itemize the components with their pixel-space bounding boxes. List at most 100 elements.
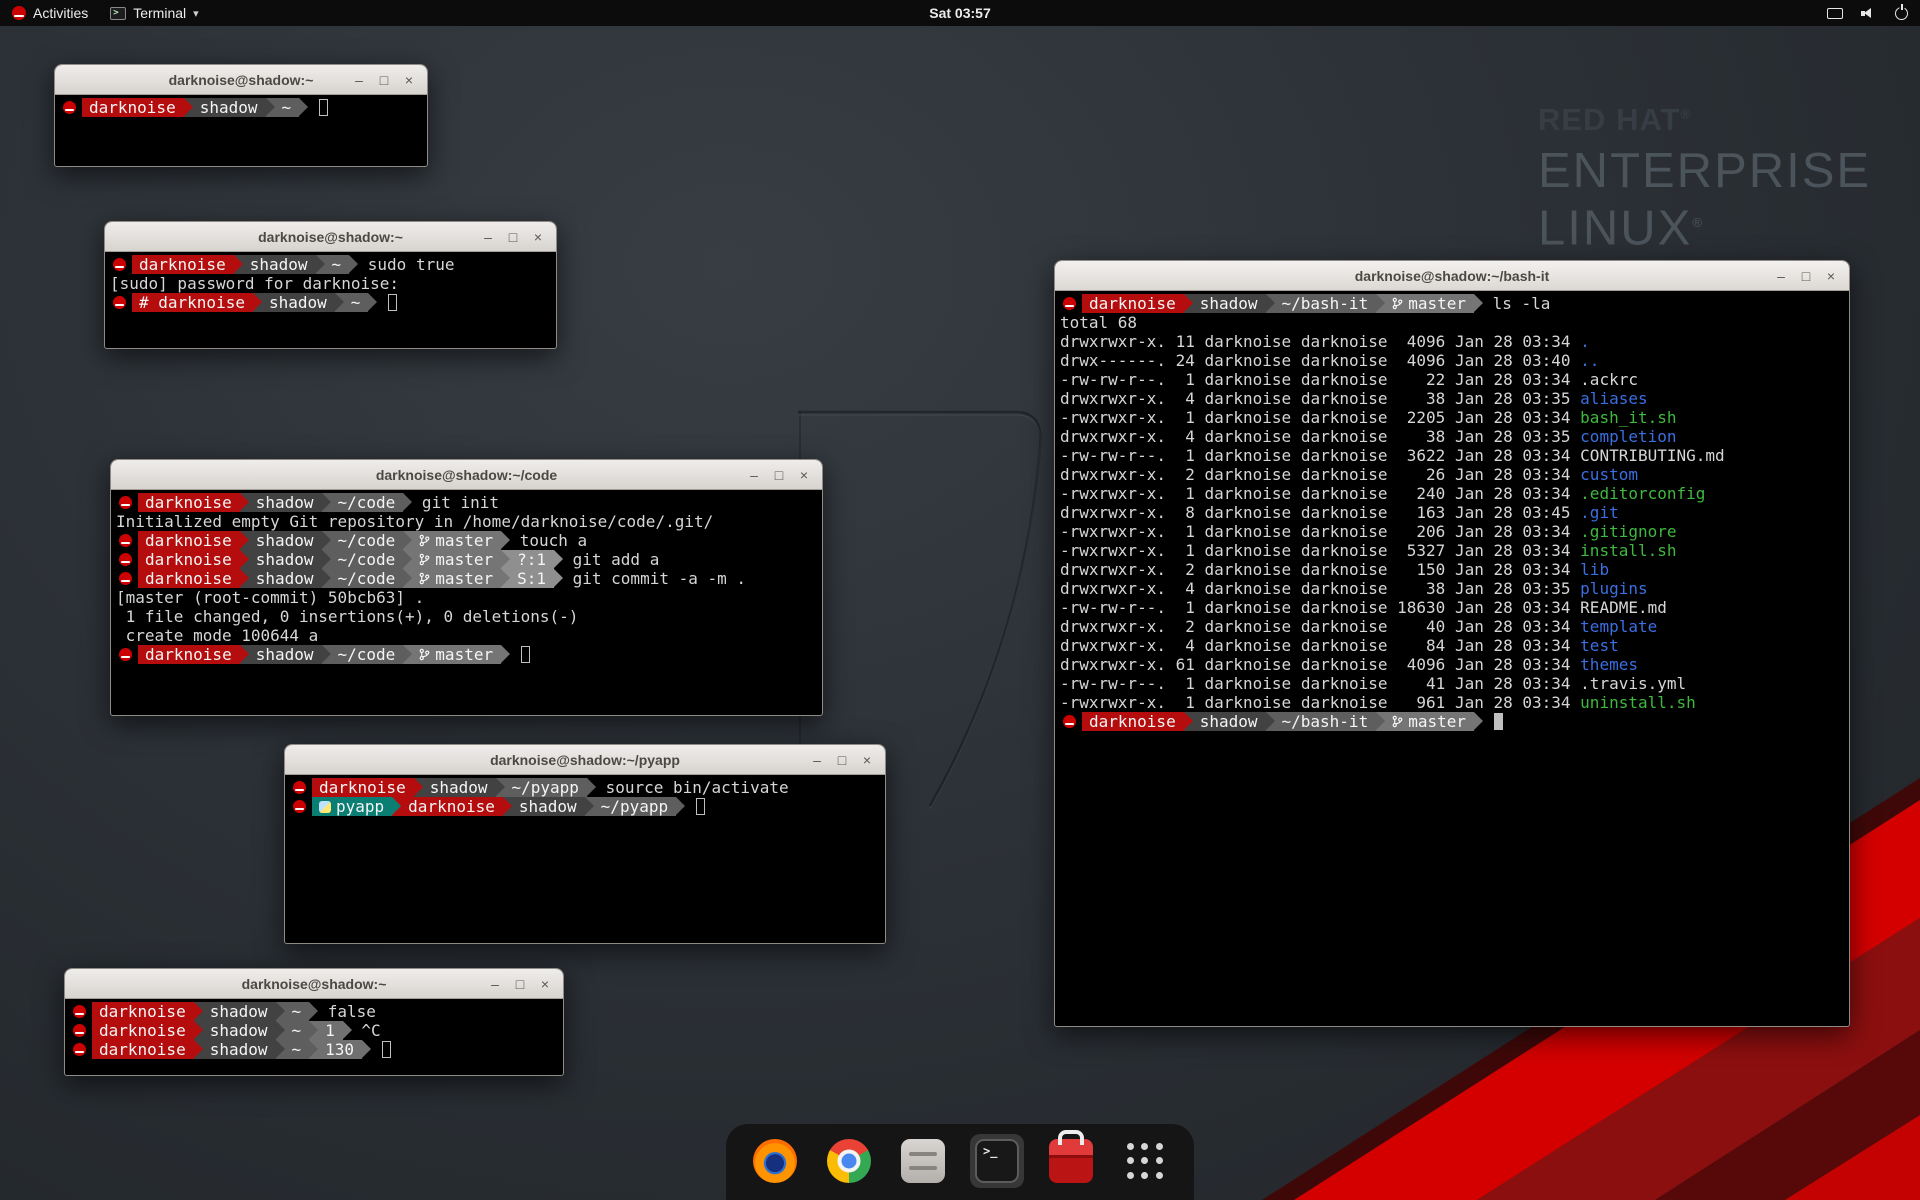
maximize-button[interactable]: □ xyxy=(769,465,789,485)
prompt-segment-path: ~/pyapp xyxy=(505,778,587,797)
terminal-content[interactable]: darknoiseshadow~/bash-itmaster ls -latot… xyxy=(1055,291,1849,1026)
terminal-text: ls -la xyxy=(1483,294,1550,313)
powerline-separator-icon xyxy=(253,293,262,312)
terminal-text: touch a xyxy=(510,531,587,550)
redhat-prompt-icon xyxy=(119,648,132,661)
clock[interactable]: Sat 03:57 xyxy=(929,5,990,21)
prompt-segment-user: darknoise xyxy=(401,797,503,816)
close-button[interactable]: × xyxy=(528,227,548,247)
terminal-line: drwxrwxr-x. 61 darknoise darknoise 4096 … xyxy=(1060,655,1844,674)
terminal-text xyxy=(510,645,520,664)
dock-item-firefox[interactable] xyxy=(748,1134,802,1188)
dock-item-terminal[interactable] xyxy=(970,1134,1024,1188)
powerline-separator-icon xyxy=(403,569,412,588)
terminal-text: -rw-rw-r--. 1 darknoise darknoise 41 Jan… xyxy=(1060,674,1580,693)
prompt-segment-git: master xyxy=(1385,712,1474,731)
terminal-content[interactable]: darknoiseshadow~/pyapp source bin/activa… xyxy=(285,775,885,943)
minimize-button[interactable]: – xyxy=(807,750,827,770)
minimize-button[interactable]: – xyxy=(349,70,369,90)
brand-line-linux: LINUX® xyxy=(1538,197,1871,254)
terminal-content[interactable]: darknoiseshadow~ xyxy=(55,95,427,166)
terminal-window-5[interactable]: darknoise@shadow:~–□×darknoiseshadow~ fa… xyxy=(64,968,564,1076)
titlebar[interactable]: darknoise@shadow:~/pyapp–□× xyxy=(285,745,885,775)
redhat-prompt-icon xyxy=(63,101,76,114)
minimize-button[interactable]: – xyxy=(485,974,505,994)
filename: aliases xyxy=(1580,389,1647,408)
powerline-separator-icon xyxy=(503,797,512,816)
titlebar[interactable]: darknoise@shadow:~–□× xyxy=(65,969,563,999)
powerline-separator-icon xyxy=(496,778,505,797)
dock-item-toolbox[interactable] xyxy=(1044,1134,1098,1188)
terminal-window-4[interactable]: darknoise@shadow:~/pyapp–□×darknoiseshad… xyxy=(284,744,886,944)
terminal-window-6[interactable]: darknoise@shadow:~/bash-it–□×darknoisesh… xyxy=(1054,260,1850,1027)
close-button[interactable]: × xyxy=(399,70,419,90)
git-branch-icon xyxy=(419,572,430,585)
terminal-line: darknoiseshadow~/codemaster touch a xyxy=(116,531,817,550)
close-button[interactable]: × xyxy=(535,974,555,994)
terminal-content[interactable]: darknoiseshadow~/code git initInitialize… xyxy=(111,490,822,715)
prompt-segment-host: shadow xyxy=(249,493,322,512)
minimize-button[interactable]: – xyxy=(744,465,764,485)
powerline-separator-icon xyxy=(309,1021,318,1040)
powerline-separator-icon xyxy=(335,293,344,312)
terminal-text: -rw-rw-r--. 1 darknoise darknoise 22 Jan… xyxy=(1060,370,1580,389)
git-branch-icon xyxy=(419,648,430,661)
dock-item-chrome[interactable] xyxy=(822,1134,876,1188)
powerline-separator-icon xyxy=(1266,294,1275,313)
display-icon[interactable] xyxy=(1827,8,1843,19)
powerline-separator-icon xyxy=(240,493,249,512)
volume-icon[interactable] xyxy=(1861,7,1877,20)
prompt-segment-user: darknoise xyxy=(1082,294,1184,313)
python-icon xyxy=(319,801,331,813)
maximize-button[interactable]: □ xyxy=(503,227,523,247)
prompt-segment-user: # darknoise xyxy=(132,293,253,312)
prompt-segment-path: ~/bash-it xyxy=(1275,294,1377,313)
minimize-button[interactable]: – xyxy=(478,227,498,247)
prompt-segment-path: ~ xyxy=(344,293,369,312)
maximize-button[interactable]: □ xyxy=(374,70,394,90)
close-button[interactable]: × xyxy=(794,465,814,485)
filename: . xyxy=(1580,332,1590,351)
terminal-window-1[interactable]: darknoise@shadow:~–□× darknoiseshadow~ xyxy=(54,64,428,167)
app-menu-terminal[interactable]: Terminal ▾ xyxy=(110,5,198,21)
files-icon xyxy=(901,1139,945,1183)
terminal-line: Initialized empty Git repository in /hom… xyxy=(116,512,817,531)
close-button[interactable]: × xyxy=(857,750,877,770)
terminal-line: total 68 xyxy=(1060,313,1844,332)
prompt-segment-host: shadow xyxy=(193,98,266,117)
powerline-separator-icon xyxy=(184,98,193,117)
maximize-button[interactable]: □ xyxy=(832,750,852,770)
titlebar[interactable]: darknoise@shadow:~/code–□× xyxy=(111,460,822,490)
window-buttons: –□× xyxy=(485,974,563,994)
terminal-cursor xyxy=(382,1041,391,1058)
terminal-window-3[interactable]: darknoise@shadow:~/code–□×darknoiseshado… xyxy=(110,459,823,716)
brand-line-redhat: RED HAT® xyxy=(1538,102,1871,138)
filename: .. xyxy=(1580,351,1599,370)
maximize-button[interactable]: □ xyxy=(510,974,530,994)
prompt-segment-path: ~ xyxy=(325,255,350,274)
filename: plugins xyxy=(1580,579,1647,598)
terminal-content[interactable]: darknoiseshadow~ falsedarknoiseshadow~1 … xyxy=(65,999,563,1075)
terminal-line: darknoiseshadow~ xyxy=(60,98,422,117)
titlebar[interactable]: darknoise@shadow:~–□× xyxy=(55,65,427,95)
powerline-separator-icon xyxy=(240,569,249,588)
activities-label: Activities xyxy=(33,5,88,21)
terminal-line: darknoiseshadow~ sudo true xyxy=(110,255,551,274)
dock-item-files[interactable] xyxy=(896,1134,950,1188)
minimize-button[interactable]: – xyxy=(1771,266,1791,286)
titlebar[interactable]: darknoise@shadow:~/bash-it–□× xyxy=(1055,261,1849,291)
maximize-button[interactable]: □ xyxy=(1796,266,1816,286)
close-button[interactable]: × xyxy=(1821,266,1841,286)
dock-item-app-grid[interactable] xyxy=(1118,1134,1172,1188)
powerline-separator-icon xyxy=(587,778,596,797)
terminal-text: drwxrwxr-x. 8 darknoise darknoise 163 Ja… xyxy=(1060,503,1580,522)
terminal-content[interactable]: darknoiseshadow~ sudo true[sudo] passwor… xyxy=(105,252,556,348)
terminal-line: -rw-rw-r--. 1 darknoise darknoise 3622 J… xyxy=(1060,446,1844,465)
terminal-window-2[interactable]: darknoise@shadow:~–□×darknoiseshadow~ su… xyxy=(104,221,557,349)
redhat-prompt-icon xyxy=(119,534,132,547)
titlebar[interactable]: darknoise@shadow:~–□× xyxy=(105,222,556,252)
power-icon[interactable] xyxy=(1895,7,1908,20)
activities-button[interactable]: Activities xyxy=(12,5,88,21)
prompt-segment-path: ~/pyapp xyxy=(594,797,676,816)
terminal-text: .travis.yml xyxy=(1580,674,1686,693)
